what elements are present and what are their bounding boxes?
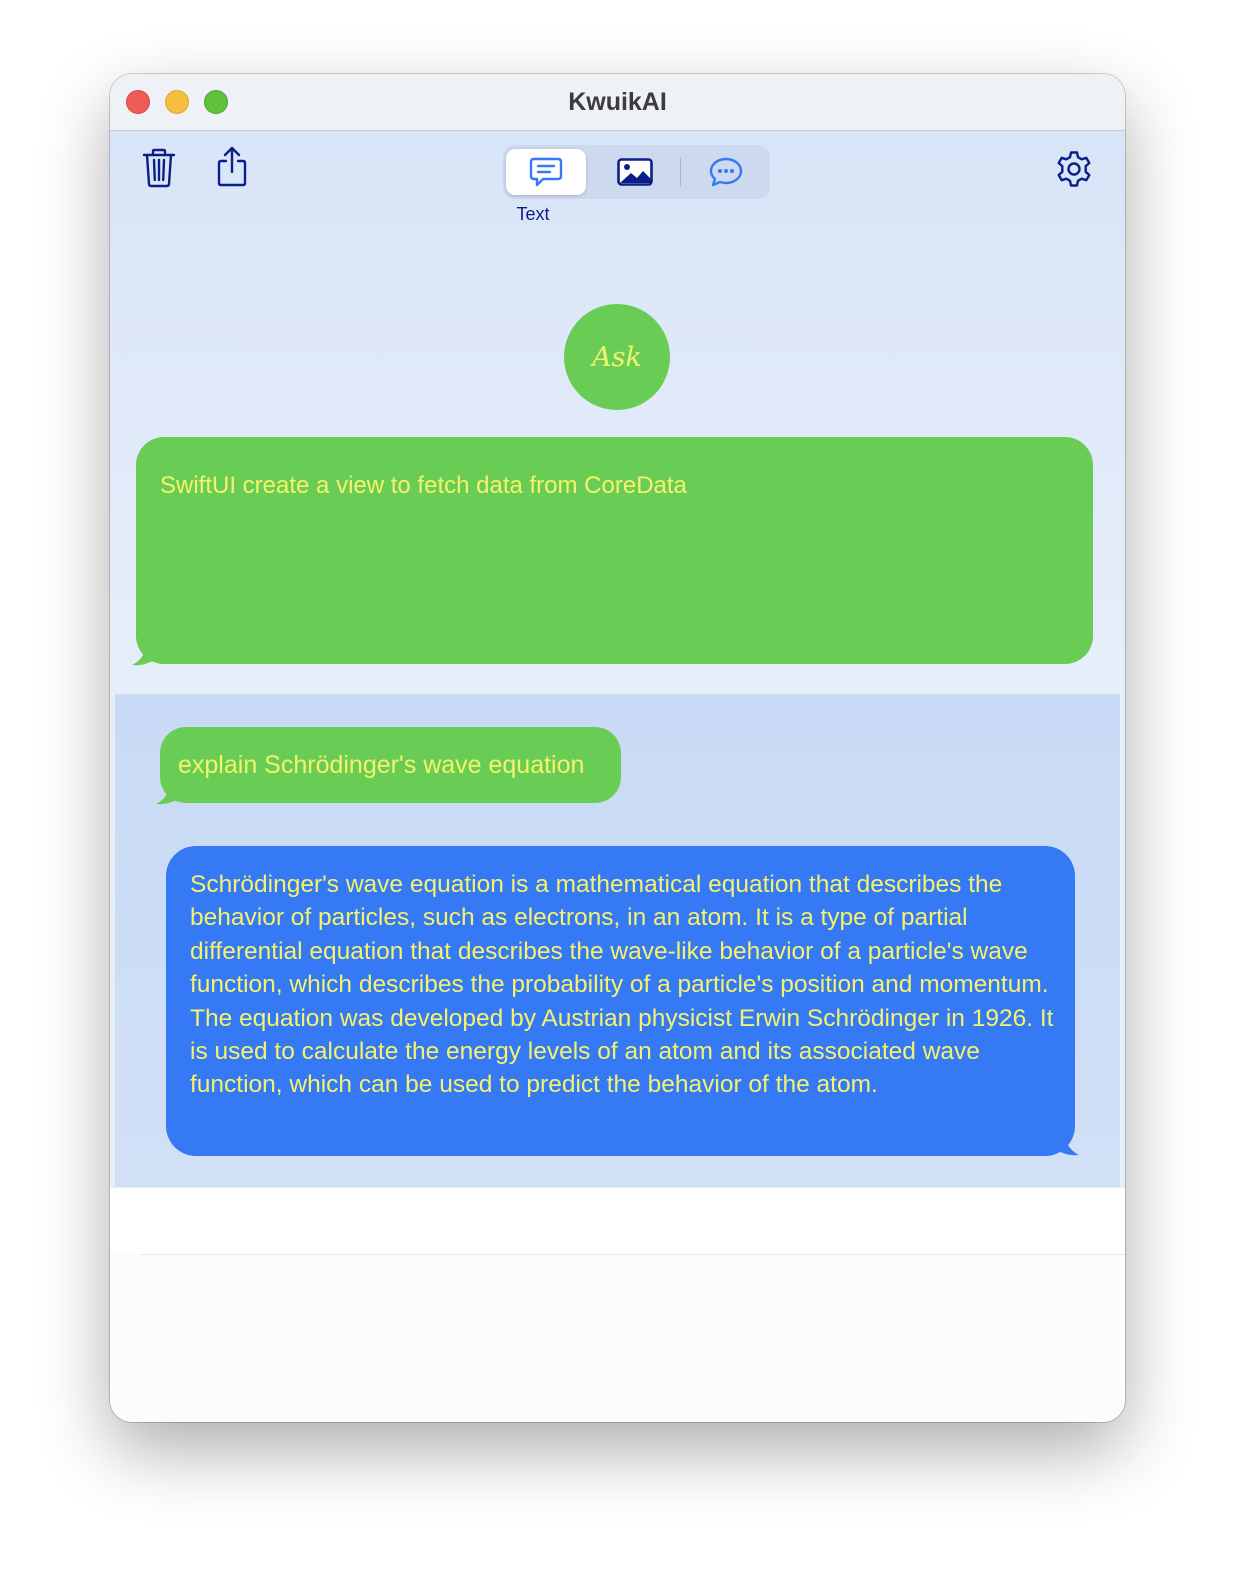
answer-bubble: Schrödinger's wave equation is a mathema… bbox=[166, 846, 1075, 1156]
chat-bubble-icon bbox=[709, 157, 743, 187]
settings-button[interactable] bbox=[1052, 147, 1096, 191]
trash-icon bbox=[142, 148, 176, 188]
segment-chat-mode[interactable] bbox=[686, 149, 766, 195]
question-bubble: explain Schrödinger's wave equation bbox=[160, 727, 621, 803]
prompt-input-bubble[interactable]: SwiftUI create a view to fetch data from… bbox=[136, 437, 1093, 664]
share-icon bbox=[217, 146, 247, 187]
share-button[interactable] bbox=[211, 144, 253, 190]
answer-text: Schrödinger's wave equation is a mathema… bbox=[190, 871, 1054, 1099]
question-text: explain Schrödinger's wave equation bbox=[178, 751, 585, 779]
app-window: KwuikAI Text Ask SwiftUI create a view t… bbox=[110, 74, 1125, 1422]
title-bar[interactable]: KwuikAI bbox=[110, 74, 1125, 131]
gear-icon bbox=[1057, 151, 1091, 187]
message-input-area[interactable] bbox=[110, 1188, 1125, 1254]
ask-button[interactable]: Ask bbox=[564, 304, 670, 410]
bottom-panel bbox=[110, 1255, 1125, 1422]
prompt-text[interactable]: SwiftUI create a view to fetch data from… bbox=[160, 472, 1060, 500]
segment-image-mode[interactable] bbox=[595, 149, 675, 195]
image-icon bbox=[617, 158, 653, 186]
delete-button[interactable] bbox=[138, 146, 180, 190]
selected-mode-label: Text bbox=[516, 204, 550, 224]
text-bubble-icon bbox=[529, 157, 563, 187]
segment-divider bbox=[680, 157, 681, 187]
window-title: KwuikAI bbox=[568, 88, 667, 116]
mode-segmented-control bbox=[503, 145, 770, 199]
segment-text-mode[interactable] bbox=[506, 149, 586, 195]
